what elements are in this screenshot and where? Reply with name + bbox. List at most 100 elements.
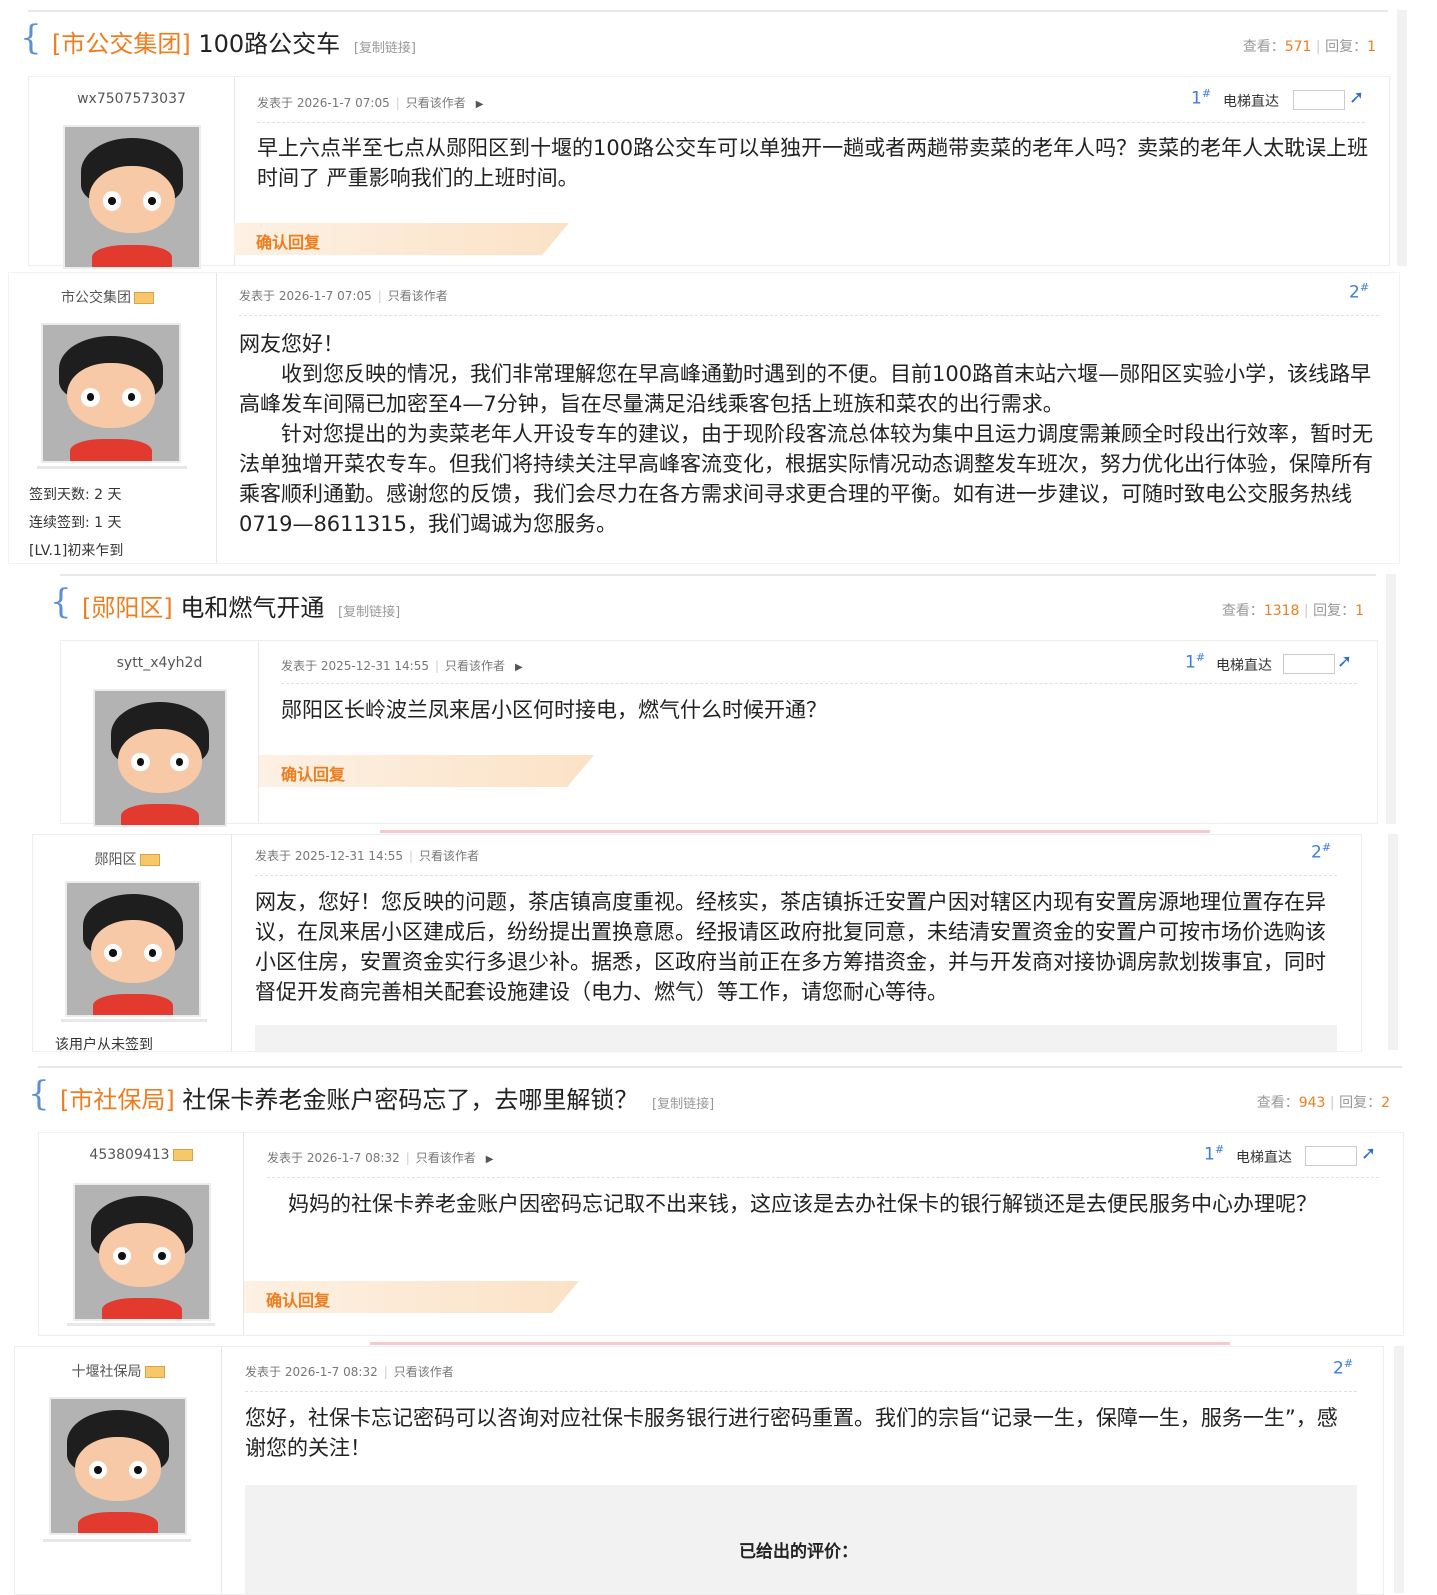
thread-1-header: { [市公交集团] 100路公交车 [复制链接] 查看：571 | 回复：1 (20, 10, 1388, 79)
post-time: 2025-12-31 14:55 (294, 849, 403, 863)
author-name[interactable]: 453809413 (39, 1147, 243, 1163)
thread-tag[interactable]: [市公交集团] (52, 30, 191, 58)
replies-label: 回复： (1325, 39, 1368, 55)
thread-title: [郧阳区] 电和燃气开通 [复制链接] (82, 588, 400, 623)
author-sidebar: wx7507573037 (29, 77, 235, 269)
thread-stats: 查看：943 | 回复：2 (1256, 1095, 1390, 1111)
thread-tag[interactable]: [郧阳区] (82, 594, 173, 622)
views-label: 查看： (1242, 39, 1285, 55)
medal-icon (139, 854, 160, 866)
posted-label: 发表于 (257, 96, 294, 110)
elevator-input[interactable] (1305, 1146, 1357, 1166)
triangle-right-icon[interactable]: ▶ (486, 1154, 494, 1165)
posted-label: 发表于 (245, 1365, 282, 1379)
post-content: 妈妈的社保卡养老金账户因密码忘记取不出来钱，这应该是去办社保卡的银行解锁还是去便… (267, 1192, 1317, 1216)
floor-number[interactable]: 1# (1191, 87, 1211, 109)
post-time: 2025-12-31 14:55 (320, 659, 429, 673)
brace-icon: { (28, 1074, 50, 1114)
floor-number[interactable]: 2# (1349, 281, 1369, 303)
posted-label: 发表于 (239, 289, 276, 303)
post-meta: 发表于 2026-1-7 07:05 | 只看该作者 ▶ (257, 96, 484, 110)
floor-number[interactable]: 1# (1185, 651, 1205, 673)
post-content: 郧阳区长岭波兰凤来居小区何时接电，燃气什么时候开通？ (281, 698, 827, 722)
only-author-link[interactable]: 只看该作者 (419, 849, 479, 863)
avatar[interactable] (63, 125, 201, 269)
copy-link[interactable]: [复制链接] (652, 1097, 714, 1112)
avatar[interactable] (41, 323, 181, 463)
floor-number[interactable]: 1# (1204, 1143, 1224, 1165)
triangle-right-icon[interactable]: ▶ (476, 99, 484, 110)
confirm-reply-button[interactable]: 确认回复 (259, 755, 594, 787)
posted-label: 发表于 (255, 849, 292, 863)
post-time: 2026-1-7 07:05 (296, 96, 390, 110)
views-count: 571 (1284, 39, 1312, 55)
brace-icon: { (50, 582, 72, 622)
elevator-label: 电梯直达 (1236, 1150, 1292, 1166)
replies-label: 回复： (1313, 603, 1356, 619)
copy-link[interactable]: [复制链接] (354, 41, 416, 56)
author-sidebar: sytt_x4yh2d (61, 641, 259, 827)
replies-count: 1 (1367, 39, 1376, 55)
post-time: 2026-1-7 08:32 (284, 1365, 378, 1379)
author-name[interactable]: 十堰社保局 (15, 1361, 221, 1381)
thread-title-text: 电和燃气开通 (180, 594, 325, 622)
thread-tag[interactable]: [市社保局] (60, 1086, 175, 1114)
copy-link[interactable]: [复制链接] (338, 605, 400, 620)
post-content: 网友您好！ 收到您反映的情况，我们非常理解您在早高峰通勤时遇到的不便。目前100… (239, 332, 1373, 536)
thread-2-header: { [郧阳区] 电和燃气开通 [复制链接] 查看：1318 | 回复：1 (50, 574, 1376, 643)
thread-stats: 查看：1318 | 回复：1 (1221, 603, 1364, 619)
avatar[interactable] (65, 881, 201, 1017)
medal-icon (172, 1149, 193, 1161)
views-count: 943 (1298, 1095, 1326, 1111)
elevator-go-icon[interactable]: ➚ (1349, 87, 1364, 108)
thread-stats: 查看：571 | 回复：1 (1242, 39, 1376, 55)
checkin-days: 签到天数: 2 天 (29, 487, 122, 503)
author-name[interactable]: 郧阳区 (23, 849, 231, 869)
checkin-info: 该用户从未签到 (55, 1037, 153, 1053)
triangle-right-icon[interactable]: ▶ (515, 662, 523, 673)
post-1-1: wx7507573037 发表于 2026-1-7 07:05 | 只看该作者 ▶ 1… (28, 76, 1390, 269)
floor-number[interactable]: 2# (1311, 841, 1331, 863)
thread-title: [市社保局] 社保卡养老金账户密码忘了，去哪里解锁？ [复制链接] (60, 1080, 714, 1115)
thread-title: [市公交集团] 100路公交车 [复制链接] (52, 24, 416, 59)
author-sidebar: 十堰社保局 (15, 1347, 222, 1594)
checkin-info: 签到天数: 2 天 连续签到: 1 天 [LV.1]初来乍到 (29, 481, 123, 565)
post-meta: 发表于 2026-1-7 08:32 | 只看该作者 (245, 1365, 454, 1379)
post-2-1: sytt_x4yh2d 发表于 2025-12-31 14:55 | 只看该作者 ▶ … (60, 640, 1378, 827)
rating-label: 已给出的评价： (739, 1542, 858, 1562)
thread-3-header: { [市社保局] 社保卡养老金账户密码忘了，去哪里解锁？ [复制链接] 查看：9… (28, 1066, 1402, 1135)
posted-label: 发表于 (281, 659, 318, 673)
post-meta: 发表于 2025-12-31 14:55 | 只看该作者 (255, 849, 480, 863)
author-sidebar: 453809413 (39, 1133, 244, 1335)
elevator-input[interactable] (1283, 654, 1335, 674)
only-author-link[interactable]: 只看该作者 (445, 659, 505, 673)
rating-box: 已给出的评价： (245, 1485, 1357, 1594)
elevator-go-icon[interactable]: ➚ (1337, 651, 1352, 672)
author-name[interactable]: wx7507573037 (29, 91, 234, 107)
avatar[interactable] (73, 1183, 211, 1321)
post-meta: 发表于 2025-12-31 14:55 | 只看该作者 ▶ (281, 659, 523, 673)
floor-number[interactable]: 2# (1333, 1357, 1353, 1379)
only-author-link[interactable]: 只看该作者 (406, 96, 466, 110)
only-author-link[interactable]: 只看该作者 (388, 289, 448, 303)
posted-label: 发表于 (267, 1151, 304, 1165)
user-level: [LV.1]初来乍到 (29, 543, 124, 559)
author-name[interactable]: sytt_x4yh2d (61, 655, 258, 671)
post-content: 您好，社保卡忘记密码可以咨询对应社保卡服务银行进行密码重置。我们的宗旨“记录一生… (245, 1406, 1338, 1460)
medal-icon (134, 292, 154, 304)
replies-label: 回复： (1339, 1095, 1382, 1111)
elevator-input[interactable] (1293, 90, 1345, 110)
only-author-link[interactable]: 只看该作者 (394, 1365, 454, 1379)
author-name[interactable]: 市公交集团 (0, 287, 216, 307)
confirm-reply-button[interactable]: 确认回复 (234, 223, 569, 255)
author-sidebar: 市公交集团 签到天数: 2 天 连续签到: 1 天 [LV.1]初来乍到 (9, 273, 217, 563)
medal-icon (144, 1366, 165, 1378)
avatar[interactable] (93, 689, 227, 827)
avatar[interactable] (49, 1397, 187, 1535)
elevator-go-icon[interactable]: ➚ (1361, 1143, 1376, 1164)
only-author-link[interactable]: 只看该作者 (416, 1151, 476, 1165)
post-2-2: 郧阳区 该用户从未签到 发表于 2025-12-31 14:55 | 只看该作者 2… (32, 834, 1362, 1053)
brace-icon: { (20, 18, 42, 58)
confirm-reply-button[interactable]: 确认回复 (244, 1281, 579, 1313)
post-meta: 发表于 2026-1-7 07:05 | 只看该作者 (239, 289, 448, 303)
